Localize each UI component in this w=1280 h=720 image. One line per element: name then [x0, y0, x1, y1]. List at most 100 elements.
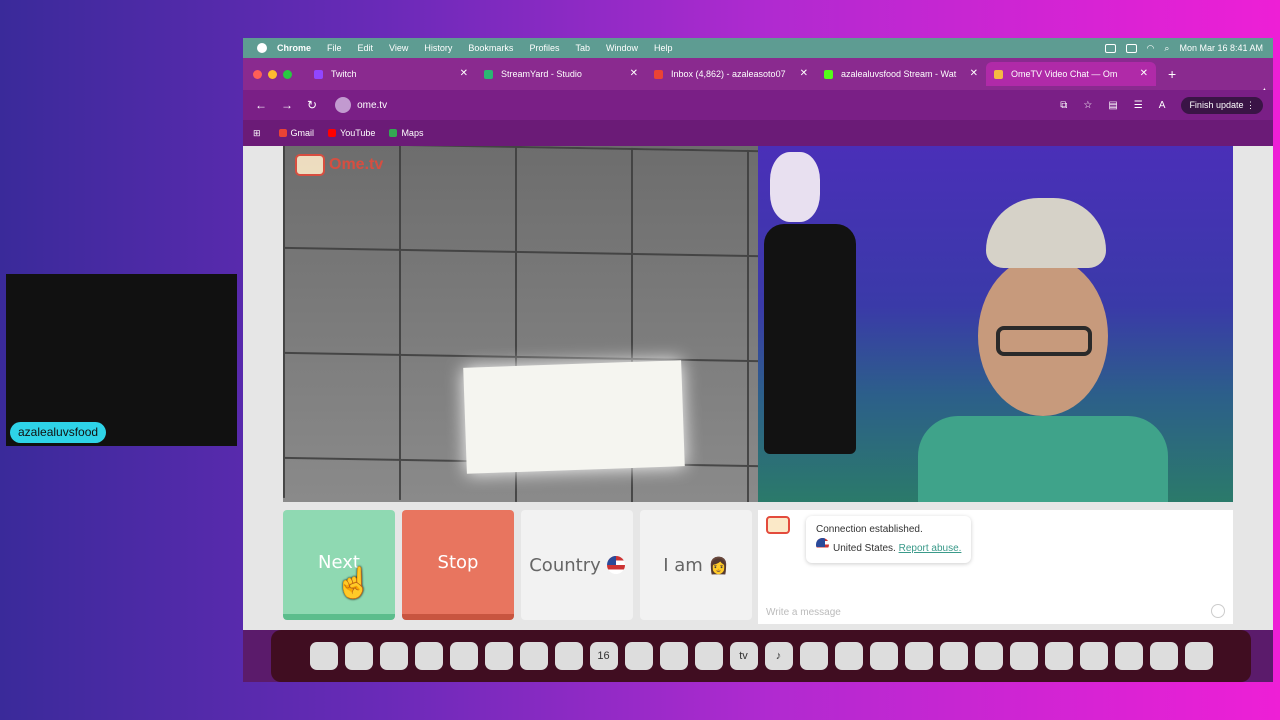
stop-button[interactable]: Stop — [402, 510, 514, 620]
stop-label: Stop — [437, 551, 479, 573]
wifi-icon[interactable]: ◠ — [1147, 43, 1155, 54]
maps-icon — [389, 129, 398, 137]
music-icon[interactable]: ♪ — [764, 642, 793, 670]
close-window-button[interactable] — [253, 69, 262, 79]
menu-history[interactable]: History — [424, 43, 452, 53]
messages-icon[interactable] — [414, 642, 443, 670]
finish-update-button[interactable]: Finish update ⋮ — [1181, 96, 1263, 114]
menu-profiles[interactable]: Profiles — [529, 43, 559, 53]
next-button[interactable]: Next — [283, 510, 395, 620]
bookmark-gmail[interactable]: Gmail — [278, 128, 315, 138]
sysprefs-icon[interactable] — [974, 642, 1003, 670]
hand-cursor-icon: ☝ — [335, 567, 373, 600]
menu-file[interactable]: File — [327, 43, 342, 53]
woman-emoji-icon: 👩 — [708, 555, 729, 575]
apple-icon[interactable] — [257, 43, 267, 53]
search-icon[interactable]: ⌕ — [1164, 43, 1169, 54]
tab-twitch[interactable]: Twitch ✕ — [306, 62, 476, 86]
tab-search-icon[interactable]: ☰ — [1134, 100, 1143, 111]
numbers-icon[interactable] — [869, 642, 898, 670]
close-icon[interactable]: ✕ — [460, 68, 468, 79]
install-app-icon[interactable]: ⧉ — [1060, 100, 1067, 111]
profile-avatar[interactable]: A — [1159, 100, 1166, 111]
new-tab-button[interactable]: + — [1168, 66, 1176, 82]
safari-icon[interactable] — [379, 642, 408, 670]
tab-streamyard[interactable]: StreamYard - Studio ✕ — [476, 62, 646, 86]
menu-app-name[interactable]: Chrome — [277, 43, 311, 53]
system-message: Connection established. United States. R… — [806, 516, 972, 563]
iam-label: I am — [663, 554, 703, 576]
appstore-icon[interactable] — [939, 642, 968, 670]
address-bar[interactable]: ome.tv — [335, 97, 387, 113]
gender-button[interactable]: I am 👩 — [640, 510, 752, 620]
minimize-window-button[interactable] — [268, 69, 277, 79]
apps-grid-icon[interactable]: ⊞ — [253, 128, 261, 139]
bookmark-maps[interactable]: Maps — [389, 128, 423, 138]
launchpad-icon[interactable] — [344, 642, 373, 670]
bookmark-star-icon[interactable]: ☆ — [1083, 100, 1092, 111]
mail-icon[interactable] — [449, 642, 478, 670]
menu-window[interactable]: Window — [606, 43, 638, 53]
settings-icon[interactable] — [519, 642, 548, 670]
message-input[interactable]: Write a message — [766, 607, 841, 618]
menubar-clock[interactable]: Mon Mar 16 8:41 AM — [1179, 43, 1263, 53]
chrome-icon[interactable] — [1044, 642, 1073, 670]
preview-icon[interactable] — [1009, 642, 1038, 670]
gmail-icon — [654, 69, 663, 79]
country-button[interactable]: Country — [521, 510, 633, 620]
menu-help[interactable]: Help — [654, 43, 673, 53]
notes-icon[interactable] — [659, 642, 688, 670]
emoji-picker-icon[interactable] — [1211, 604, 1225, 618]
site-info-icon[interactable] — [335, 97, 352, 113]
close-icon[interactable]: ✕ — [1140, 68, 1148, 79]
menu-bookmarks[interactable]: Bookmarks — [468, 43, 513, 53]
capcut-icon[interactable] — [799, 642, 828, 670]
close-icon[interactable]: ✕ — [800, 68, 808, 79]
bookmarks-bar: ⊞ Gmail YouTube Maps — [243, 120, 1273, 146]
menu-edit[interactable]: Edit — [358, 43, 374, 53]
contacts-icon[interactable] — [624, 642, 653, 670]
country-label: Country — [529, 554, 601, 576]
tv-icon[interactable]: tv — [729, 642, 758, 670]
downloads-icon[interactable] — [1149, 642, 1178, 670]
trash-icon[interactable] — [1184, 642, 1213, 670]
bookmark-youtube[interactable]: YouTube — [328, 128, 375, 138]
back-icon[interactable]: ← — [255, 98, 267, 112]
side-panel-icon[interactable]: ▤ — [1108, 100, 1117, 111]
bookmark-label: Gmail — [290, 128, 315, 138]
files-icon[interactable] — [1114, 642, 1143, 670]
kick-icon — [824, 69, 833, 79]
pages-icon[interactable] — [904, 642, 933, 670]
facetime-icon[interactable] — [554, 642, 583, 670]
keynote-icon[interactable] — [834, 642, 863, 670]
menu-view[interactable]: View — [389, 43, 408, 53]
mac-menubar: Chrome File Edit View History Bookmarks … — [243, 38, 1273, 58]
forward-icon[interactable]: → — [281, 98, 293, 112]
mac-screen: Chrome File Edit View History Bookmarks … — [243, 38, 1273, 682]
tab-title: StreamYard - Studio — [501, 69, 582, 79]
gmail-icon — [278, 129, 287, 137]
figure-body — [764, 224, 856, 454]
url-text[interactable]: ome.tv — [357, 100, 387, 111]
ometv-logo[interactable]: Ome.tv — [295, 154, 383, 176]
twitch-icon — [314, 69, 323, 79]
tab-kick-stream[interactable]: azalealuvsfood Stream - Wat ✕ — [816, 62, 986, 86]
freeform-icon[interactable] — [694, 642, 723, 670]
screen-record-icon[interactable] — [1104, 43, 1116, 53]
app-icon[interactable] — [484, 642, 513, 670]
battery-icon[interactable] — [1125, 43, 1137, 53]
finder-icon[interactable] — [309, 642, 338, 670]
report-abuse-link[interactable]: Report abuse. — [899, 543, 962, 554]
menu-tab[interactable]: Tab — [575, 43, 590, 53]
bookmark-label: YouTube — [340, 128, 376, 138]
close-icon[interactable]: ✕ — [970, 68, 978, 79]
tab-gmail[interactable]: Inbox (4,862) - azaleasoto07 ✕ — [646, 62, 816, 86]
reload-icon[interactable]: ↻ — [307, 98, 317, 112]
bookmark-label: Maps — [401, 128, 424, 138]
person-shirt — [918, 416, 1168, 502]
zoom-window-button[interactable] — [283, 69, 292, 79]
close-icon[interactable]: ✕ — [630, 68, 638, 79]
tab-ometv[interactable]: OmeTV Video Chat — Om ✕ — [986, 62, 1156, 86]
calendar-icon[interactable]: 16 — [589, 642, 618, 670]
spotify-icon[interactable] — [1079, 642, 1108, 670]
